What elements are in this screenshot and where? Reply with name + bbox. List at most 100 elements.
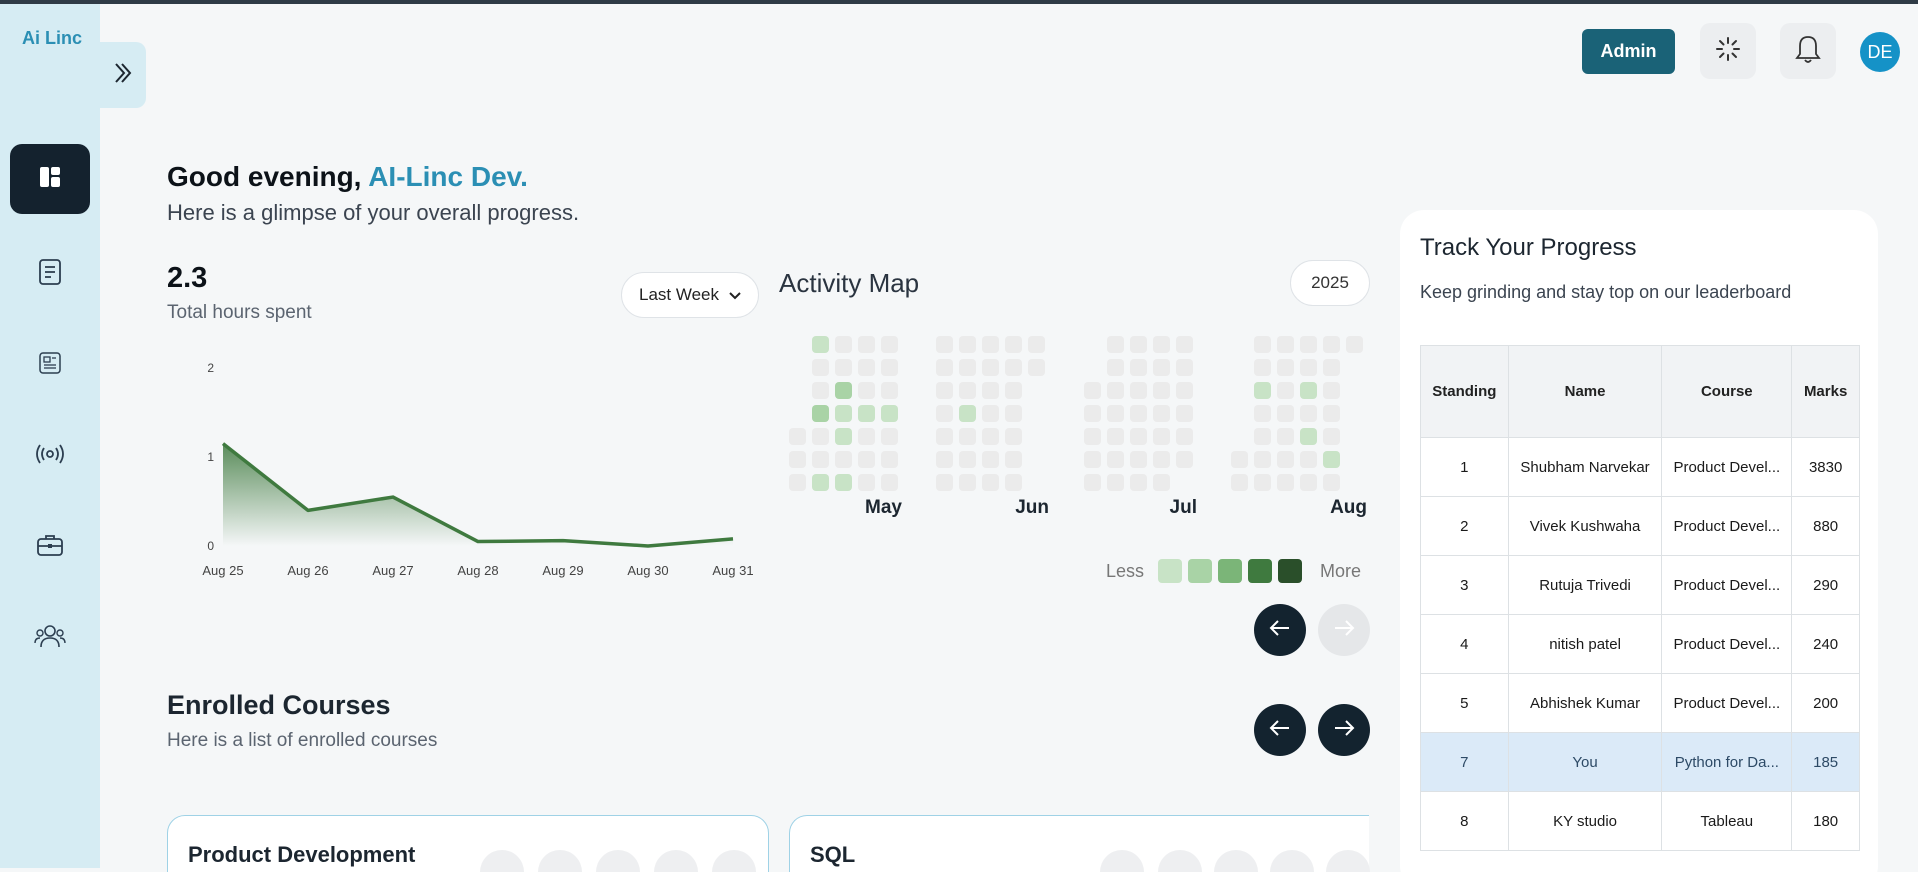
courses-prev-button[interactable] [1254,704,1306,756]
avatar[interactable]: DE [1860,32,1900,72]
heatmap-cell [936,336,953,353]
heatmap-cell [1231,451,1248,468]
heatmap-cell [1084,405,1101,422]
sidebar-item-community[interactable] [10,603,90,673]
course-feature-icon [712,850,756,872]
period-select[interactable]: Last Week [621,272,759,318]
admin-button[interactable]: Admin [1582,29,1675,74]
progress-panel: Track Your Progress Keep grinding and st… [1400,210,1878,872]
heatmap-cell [1323,382,1340,399]
name-cell: KY studio [1507,791,1663,851]
heatmap-cell [812,359,829,376]
course-name: SQL [810,842,856,867]
heatmap-cell [1254,359,1271,376]
activity-map-title: Activity Map [779,268,920,298]
chevrons-right-icon [112,61,134,90]
name-cell: Shubham Narvekar [1507,437,1663,497]
heatmap-cell [1153,428,1170,445]
heatmap-cell [1277,405,1294,422]
heatmap-cell [1254,428,1271,445]
heatmap-cell [959,451,976,468]
heatmap-cell [1323,428,1340,445]
file-icon [1326,850,1370,872]
top-strip [0,0,1918,4]
heatmap-cell [1300,451,1317,468]
heatmap-cell [1346,336,1363,353]
loader-button[interactable] [1700,23,1756,79]
heatmap-cell [1254,382,1271,399]
course-card[interactable]: SQL [789,815,1370,872]
heatmap-cell [812,382,829,399]
marks-cell: 290 [1791,555,1860,615]
heatmap-cell [982,451,999,468]
sidebar-item-jobs[interactable] [10,512,90,582]
table-row: 8 KY studio Tableau 180 [1420,791,1860,851]
x-tick-label: Aug 25 [202,563,243,578]
sidebar-item-live[interactable] [10,421,90,491]
name-cell: You [1507,732,1663,792]
heatmap-cell [1323,336,1340,353]
article-icon [39,351,61,379]
heatmap-cell [936,428,953,445]
heatmap-cell [1277,382,1294,399]
heatmap-cell [812,405,829,422]
course-card[interactable]: Product Development [167,815,769,872]
heatmap-cell [835,359,852,376]
legend-more-label: More [1320,560,1362,581]
heatmap-cell [1254,451,1271,468]
video-icon [1100,850,1144,872]
activity-prev-button[interactable] [1254,604,1306,656]
heatmap-cell [1005,336,1022,353]
heatmap-cell [936,359,953,376]
heatmap-cell [1277,474,1294,491]
heatmap-cell [959,405,976,422]
heatmap-cell [1153,336,1170,353]
heatmap-cell [1130,474,1147,491]
total-hours-label: Total hours spent [167,302,312,323]
heatmap-month-label: Jun [1015,497,1049,518]
broadcast-icon [35,443,65,470]
year-select[interactable]: 2025 [1290,260,1370,306]
arrow-left-icon [1269,719,1291,742]
heatmap-cell [1084,382,1101,399]
heatmap-cell [812,451,829,468]
course-cell: Product Devel... [1661,673,1793,733]
activity-next-button[interactable] [1318,604,1370,656]
heatmap-cell [835,474,852,491]
community-icon [34,623,66,654]
course-cell: Product Devel... [1661,496,1793,556]
heatmap-cell [1323,474,1340,491]
enrolled-courses-title: Enrolled Courses [167,690,391,720]
heatmap-cell [959,359,976,376]
name-cell: Vivek Kushwaha [1507,496,1663,556]
app-logo[interactable]: Ai Linc [22,28,82,49]
greeting-prefix: Good evening, [167,161,369,192]
heatmap-cell [1130,405,1147,422]
heatmap-cell [1254,336,1271,353]
marks-cell: 3830 [1791,437,1860,497]
sidebar-item-dashboard[interactable] [10,144,90,214]
sidebar-collapse-button[interactable] [100,42,146,108]
heatmap-cell [1107,336,1124,353]
courses-next-button[interactable] [1318,704,1370,756]
notifications-button[interactable] [1780,23,1836,79]
sidebar-item-article[interactable] [10,330,90,400]
enrolled-courses-subtitle: Here is a list of enrolled courses [167,730,438,751]
arrow-right-icon [1333,719,1355,742]
heatmap-cell [881,336,898,353]
heatmap-cell [881,428,898,445]
heatmap-cell [1323,405,1340,422]
heatmap-cell [812,428,829,445]
heatmap-cell [982,336,999,353]
marks-cell: 240 [1791,614,1860,674]
heatmap-cell [982,405,999,422]
sidebar-item-notes[interactable] [10,239,90,309]
heatmap-cell [858,451,875,468]
heatmap-cell [982,474,999,491]
badge-icon [1270,850,1314,872]
heatmap-cell [858,336,875,353]
heatmap-cell [1176,405,1193,422]
name-cell: nitish patel [1507,614,1663,674]
column-header-marks: Marks [1791,345,1860,438]
column-header-standing: Standing [1420,345,1509,438]
